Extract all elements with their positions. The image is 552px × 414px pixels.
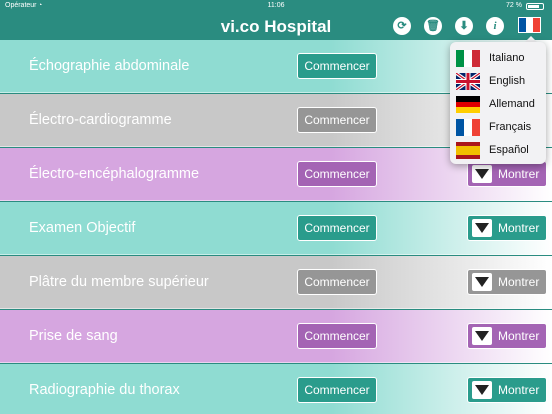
trash-icon[interactable]: 🗑 [424,17,442,35]
flag-italy-icon [456,50,480,67]
show-label: Montrer [498,329,540,343]
start-button[interactable]: Commencer [297,269,377,295]
exam-name: Prise de sang [29,328,118,344]
language-name: Français [489,121,532,133]
language-option[interactable]: English [456,71,544,91]
flag-france-icon [456,119,480,136]
show-button[interactable]: Montrer [467,269,547,295]
exam-row[interactable]: Examen Objectif Commencer Montrer [0,202,552,255]
chevron-down-icon [472,381,492,399]
exam-row[interactable]: Plâtre du membre supérieur Commencer Montr… [0,256,552,309]
language-option[interactable]: Allemand [456,94,544,114]
show-label: Montrer [498,221,540,235]
start-button[interactable]: Commencer [297,161,377,187]
flag-spain-icon [456,142,480,159]
exam-row[interactable]: Radiographie du thorax Commencer Montrer [0,364,552,414]
show-label: Montrer [498,383,540,397]
start-button[interactable]: Commencer [297,53,377,79]
chevron-down-icon [472,327,492,345]
start-button[interactable]: Commencer [297,377,377,403]
show-button[interactable]: Montrer [467,215,547,241]
info-icon[interactable]: i [486,17,504,35]
status-bar: Opérateur ◔ 11:06 72 % [0,0,552,12]
language-name: Italiano [489,52,525,64]
start-button[interactable]: Commencer [297,107,377,133]
exam-name: Électro-encéphalogramme [29,166,200,182]
chevron-down-icon [472,273,492,291]
exam-name: Radiographie du thorax [29,382,180,398]
start-button[interactable]: Commencer [297,323,377,349]
language-name: Allemand [489,98,535,110]
language-option[interactable]: Français [456,117,544,137]
language-name: English [489,75,526,87]
flag-uk-icon [456,73,480,90]
language-option[interactable]: Italiano [456,48,544,68]
start-button[interactable]: Commencer [297,215,377,241]
exam-name: Examen Objectif [29,220,136,236]
language-name: Español [489,144,529,156]
download-icon[interactable]: ⬇ [455,17,473,35]
show-button[interactable]: Montrer [467,377,547,403]
flag-germany-icon [456,96,480,113]
show-button[interactable]: Montrer [467,161,547,187]
chevron-down-icon [472,219,492,237]
exam-name: Plâtre du membre supérieur [29,274,209,290]
nav-bar: vi.co Hospital ⟳ 🗑 ⬇ i [0,12,552,40]
clock-label: 11:06 [267,2,285,9]
show-button[interactable]: Montrer [467,323,547,349]
battery-icon [526,3,544,10]
exam-name: Échographie abdominale [29,58,190,74]
show-label: Montrer [498,167,540,181]
refresh-icon[interactable]: ⟳ [393,17,411,35]
chevron-down-icon [472,165,492,183]
flag-france-icon[interactable] [518,17,541,33]
language-popover: Italiano English Allemand Français Español [450,42,546,164]
show-label: Montrer [498,275,540,289]
language-option[interactable]: Español [456,140,544,160]
exam-row[interactable]: Prise de sang Commencer Montrer [0,310,552,363]
exam-name: Électro-cardiogramme [29,112,172,128]
battery-percent: 72 % [506,2,522,9]
